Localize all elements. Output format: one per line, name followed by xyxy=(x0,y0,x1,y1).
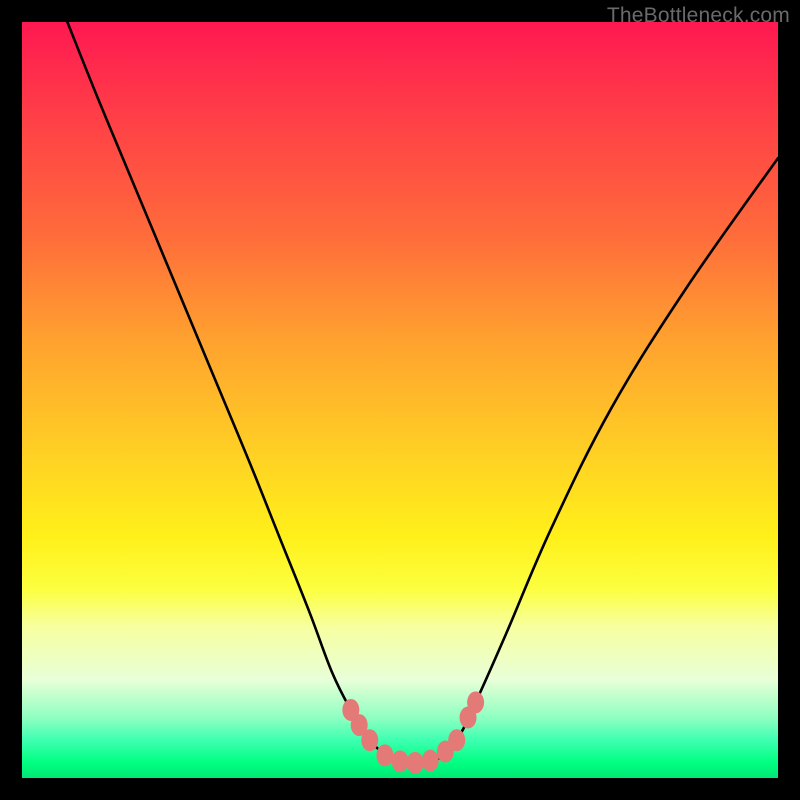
highlight-dot xyxy=(407,752,424,774)
highlight-dot xyxy=(361,729,378,751)
bottleneck-curve-svg xyxy=(22,22,778,778)
highlight-dot xyxy=(448,729,465,751)
chart-frame: TheBottleneck.com xyxy=(0,0,800,800)
bottleneck-curve-path xyxy=(67,22,778,763)
plot-area xyxy=(22,22,778,778)
highlight-dot xyxy=(467,691,484,713)
highlight-dot xyxy=(376,744,393,766)
highlight-dots-group xyxy=(342,691,484,773)
watermark-label: TheBottleneck.com xyxy=(607,4,790,28)
highlight-dot xyxy=(422,750,439,772)
highlight-dot xyxy=(392,750,409,772)
